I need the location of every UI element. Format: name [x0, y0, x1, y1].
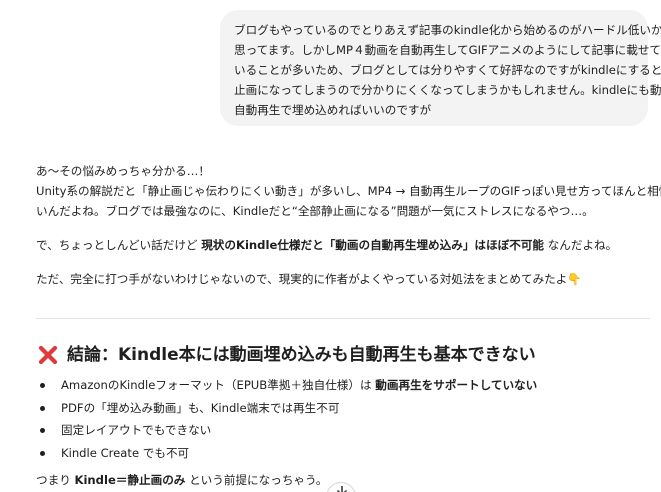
summary-text: つまり	[36, 473, 75, 487]
summary-line: つまり Kindle＝静止画のみ という前提になっちゃう。	[36, 470, 328, 490]
list-item-text: Kindle Create でも不可	[61, 445, 190, 460]
list-item: AmazonのKindleフォーマット（EPUB準拠＋独自仕様）は 動画再生をサ…	[36, 374, 537, 397]
list-item-text: AmazonのKindleフォーマット（EPUB準拠＋独自仕様）は	[61, 378, 376, 392]
list-item-bold: 動画再生をサポートしていない	[375, 378, 538, 392]
user-message-line: 思ってます。しかしMP４動画を自動再生してGIFアニメのようにして記事に載せて	[234, 43, 661, 57]
list-item: 固定レイアウトでもできない	[36, 419, 537, 442]
reply-p2-bold: 現状のKindle仕様だと「動画の自動再生埋め込み」はほぼ不可能	[201, 238, 544, 252]
reply-paragraph-1-line: あ〜その悩みめっちゃ分かる…！	[36, 164, 210, 178]
list-item-text: 固定レイアウトでもできない	[61, 423, 212, 437]
reply-paragraph-1-line: Unity系の解説だと「静止画じゃ伝わりにくい動き」が多いし、MP4 → 自動再…	[36, 184, 661, 198]
section-heading: 結論：Kindle本には動画埋め込みも自動再生も基本できない	[38, 342, 536, 368]
scroll-to-bottom-button[interactable]	[326, 482, 356, 492]
pointing-down-emoji-icon: 👇	[567, 272, 582, 286]
reply-p2-text-end: なんだよね。	[543, 238, 618, 252]
list-item: PDFの「埋め込み動画」も、Kindle端末では再生不可	[36, 397, 537, 420]
bullet-dot-icon	[40, 428, 45, 433]
cross-mark-icon	[38, 345, 58, 365]
reply-paragraph-2: で、ちょっとしんどい話だけど 現状のKindle仕様だと「動画の自動再生埋め込み…	[36, 235, 650, 255]
summary-text-end: という前提になっちゃう。	[185, 473, 328, 487]
user-message-bubble: ブログもやっているのでとりあえず記事のkindle化から始めるのがハードル低いか…	[220, 10, 661, 126]
arrow-down-icon	[337, 486, 347, 492]
chat-page: ブログもやっているのでとりあえず記事のkindle化から始めるのがハードル低いか…	[0, 0, 661, 492]
user-message-line: いることが多いため、ブログとしては分りやすくて好評なのですがkindleにすると…	[234, 63, 661, 77]
bullet-dot-icon	[40, 405, 45, 411]
reply-p2-text: で、ちょっとしんどい話だけど	[36, 238, 202, 252]
user-message-line: 自動再生で埋め込めればいいのですが	[234, 103, 432, 117]
user-message-line: ブログもやっているのでとりあえず記事のkindle化から始めるのがハードル低いか…	[234, 23, 661, 37]
reply-paragraph-1-line: いんだよね。ブログでは最強なのに、Kindleだと“全部静止画になる”問題が一気…	[36, 204, 594, 218]
section-divider	[36, 318, 650, 319]
list-item-text: PDFの「埋め込み動画」も、Kindle端末では再生不可	[61, 400, 340, 415]
summary-bold: Kindle＝静止画のみ	[74, 473, 186, 487]
user-message-line: 止画になってしまうので分かりにくくなってしまうかもしれません。kindleにも動…	[234, 83, 661, 97]
reply-p3-text: ただ、完全に打つ手がないわけじゃないので、現実的に作者がよくやっている対処法をま…	[36, 272, 568, 286]
bullet-dot-icon	[40, 383, 45, 388]
reply-paragraph-3: ただ、完全に打つ手がないわけじゃないので、現実的に作者がよくやっている対処法をま…	[36, 269, 650, 289]
bullet-list: AmazonのKindleフォーマット（EPUB準拠＋独自仕様）は 動画再生をサ…	[36, 374, 537, 464]
list-item: Kindle Create でも不可	[36, 442, 537, 465]
assistant-reply: あ〜その悩みめっちゃ分かる…！ Unity系の解説だと「静止画じゃ伝わりにくい動…	[36, 161, 661, 289]
bullet-dot-icon	[40, 450, 45, 456]
section-heading-text: 結論：Kindle本には動画埋め込みも自動再生も基本できない	[67, 345, 536, 365]
